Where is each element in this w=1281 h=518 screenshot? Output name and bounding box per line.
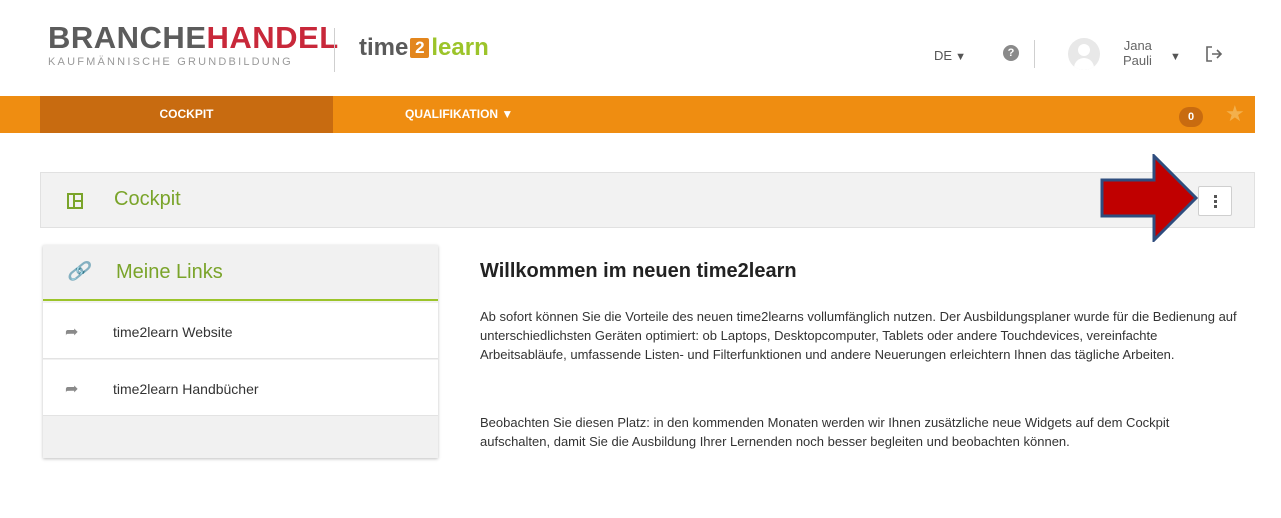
- logo-text-branche: BRANCHE: [48, 20, 207, 55]
- logout-icon[interactable]: [1205, 45, 1223, 63]
- user-menu-caret-icon[interactable]: ▼: [1170, 51, 1181, 63]
- avatar[interactable]: [1068, 38, 1100, 70]
- user-last-name: Pauli: [1123, 53, 1152, 68]
- link-label: time2learn Website: [113, 324, 233, 340]
- page-title: Cockpit: [114, 188, 181, 210]
- dashboard-icon: [67, 193, 83, 209]
- share-arrow-icon: ➦: [65, 324, 79, 341]
- language-label: DE: [934, 48, 953, 63]
- user-first-name: Jana: [1123, 38, 1152, 53]
- notification-badge[interactable]: 0: [1179, 107, 1203, 127]
- link-item-handbuecher[interactable]: ➦ time2learn Handbücher: [43, 360, 438, 416]
- logo-two: 2: [410, 38, 430, 58]
- language-selector[interactable]: DE ▼: [934, 48, 966, 63]
- welcome-paragraph-2: Beobachten Sie diesen Platz: in den komm…: [480, 415, 1170, 449]
- header-divider: [334, 28, 335, 72]
- links-widget: 🔗 Meine Links ➦ time2learn Website ➦ tim…: [43, 245, 438, 458]
- links-widget-header: 🔗 Meine Links: [43, 245, 438, 301]
- tab-cockpit[interactable]: COCKPIT: [40, 96, 333, 133]
- welcome-heading: Willkommen im neuen time2learn: [480, 260, 797, 282]
- share-arrow-icon: ➦: [65, 381, 79, 398]
- caret-down-icon: ▼: [955, 51, 966, 63]
- logo-subtitle: KAUFMÄNNISCHE GRUNDBILDUNG: [48, 56, 293, 68]
- star-icon[interactable]: ★: [1225, 100, 1245, 128]
- welcome-paragraph-1: Ab sofort können Sie die Vorteile des ne…: [480, 309, 1237, 362]
- time2learn-logo[interactable]: time 2 learn: [359, 34, 489, 62]
- help-icon[interactable]: ?: [1003, 45, 1019, 61]
- logo-time: time: [359, 34, 409, 61]
- red-arrow-annotation: [1100, 154, 1198, 242]
- logo-learn: learn: [431, 34, 489, 61]
- branchehandel-logo[interactable]: BRANCHEHANDEL KAUFMÄNNISCHE GRUNDBILDUNG: [48, 20, 339, 69]
- user-name[interactable]: Jana Pauli: [1123, 38, 1152, 68]
- header-divider-2: [1034, 40, 1035, 68]
- tab-qualifikation[interactable]: QUALIFIKATION ▼: [405, 96, 513, 133]
- link-icon: 🔗: [67, 261, 90, 281]
- cockpit-title-bar: Cockpit: [40, 172, 1255, 228]
- kebab-menu-button[interactable]: [1198, 186, 1232, 216]
- links-widget-title: Meine Links: [116, 261, 223, 283]
- link-item-website[interactable]: ➦ time2learn Website: [43, 303, 438, 359]
- app-header: BRANCHEHANDEL KAUFMÄNNISCHE GRUNDBILDUNG…: [38, 0, 1253, 96]
- logo-text-handel: HANDEL: [206, 20, 339, 55]
- link-label: time2learn Handbücher: [113, 381, 259, 397]
